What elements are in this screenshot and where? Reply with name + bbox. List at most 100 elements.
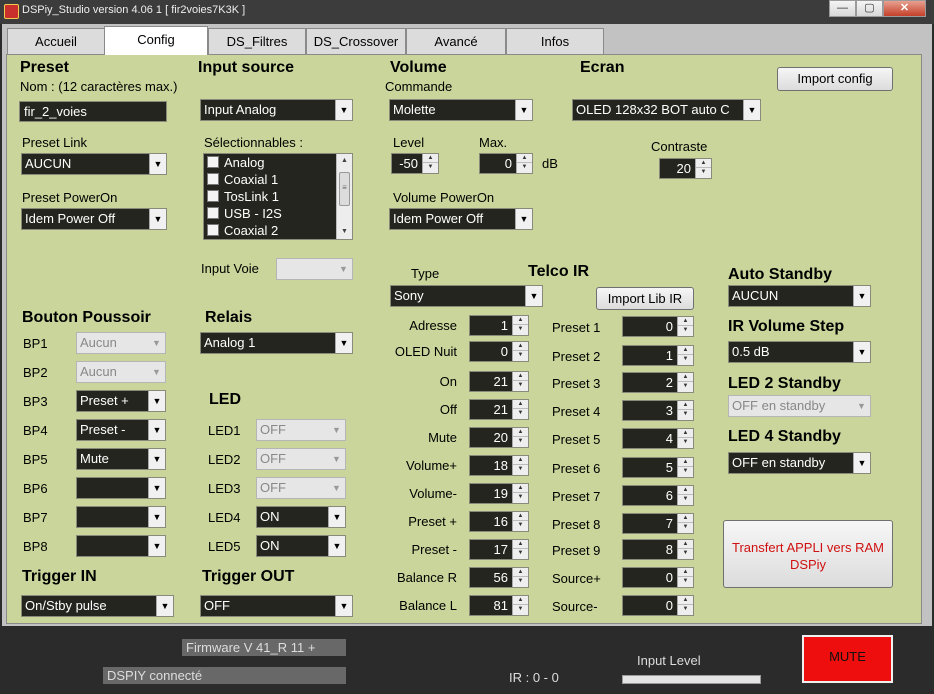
commande-dropdown[interactable]: Molette ▼	[389, 99, 533, 121]
list-item[interactable]: Coaxial 2	[207, 223, 278, 238]
checkbox-icon[interactable]	[207, 207, 219, 219]
spin-up-icon[interactable]: ▲	[517, 154, 532, 163]
spin-up-icon[interactable]: ▲	[513, 568, 528, 577]
scroll-thumb[interactable]: ≡	[339, 172, 350, 206]
volume-poweron-dropdown[interactable]: Idem Power Off ▼	[389, 208, 533, 230]
spin-up-icon[interactable]: ▲	[513, 316, 528, 325]
spin-down-icon[interactable]: ▼	[513, 381, 528, 390]
relais-dropdown[interactable]: Analog 1 ▼	[200, 332, 353, 354]
spin-up-icon[interactable]: ▲	[678, 540, 693, 549]
transfer-appli-ram-button[interactable]: Transfert APPLI vers RAM DSPiy	[723, 520, 893, 588]
spin-down-icon[interactable]: ▼	[696, 168, 711, 177]
spin-down-icon[interactable]: ▼	[678, 382, 693, 391]
spin-down-icon[interactable]: ▼	[513, 493, 528, 502]
spin-up-icon[interactable]: ▲	[513, 456, 528, 465]
preset-name-input[interactable]: fir_2_voies	[19, 101, 167, 122]
import-config-button[interactable]: Import config	[777, 67, 893, 91]
ir-code-stepper[interactable]: 19 ▲ ▼	[469, 483, 529, 504]
spin-up-icon[interactable]: ▲	[678, 429, 693, 438]
input-source-dropdown[interactable]: Input Analog ▼	[200, 99, 353, 121]
list-item[interactable]: Analog	[207, 155, 264, 170]
ir-volume-step-dropdown[interactable]: 0.5 dB ▼	[728, 341, 871, 363]
spin-up-icon[interactable]: ▲	[513, 484, 528, 493]
list-item[interactable]: USB - I2S	[207, 206, 282, 221]
ir-code-stepper[interactable]: 56 ▲ ▼	[469, 567, 529, 588]
contraste-stepper[interactable]: 20 ▲ ▼	[659, 158, 712, 179]
spin-down-icon[interactable]: ▼	[513, 577, 528, 586]
spin-up-icon[interactable]: ▲	[678, 401, 693, 410]
ir-code-stepper[interactable]: 0 ▲ ▼	[469, 341, 529, 362]
bp-dropdown[interactable]: Mute ▼	[76, 448, 166, 470]
ir-code-stepper[interactable]: 21 ▲ ▼	[469, 371, 529, 392]
ir-preset-stepper[interactable]: 6 ▲ ▼	[622, 485, 694, 506]
spin-down-icon[interactable]: ▼	[513, 437, 528, 446]
ir-code-stepper[interactable]: 20 ▲ ▼	[469, 427, 529, 448]
spin-down-icon[interactable]: ▼	[678, 355, 693, 364]
bp-dropdown[interactable]: Preset + ▼	[76, 390, 166, 412]
tab-config[interactable]: Config	[104, 26, 208, 55]
ir-preset-stepper[interactable]: 1 ▲ ▼	[622, 345, 694, 366]
spin-down-icon[interactable]: ▼	[678, 577, 693, 586]
checkbox-icon[interactable]	[207, 224, 219, 236]
led-dropdown[interactable]: OFF ▼	[256, 448, 346, 470]
ir-preset-stepper[interactable]: 0 ▲ ▼	[622, 595, 694, 616]
bp-dropdown[interactable]: ▼	[76, 535, 166, 557]
trigger-out-dropdown[interactable]: OFF ▼	[200, 595, 353, 617]
spin-up-icon[interactable]: ▲	[513, 342, 528, 351]
spin-down-icon[interactable]: ▼	[678, 467, 693, 476]
spin-down-icon[interactable]: ▼	[678, 495, 693, 504]
spin-up-icon[interactable]: ▲	[678, 596, 693, 605]
spin-down-icon[interactable]: ▼	[678, 549, 693, 558]
spin-down-icon[interactable]: ▼	[423, 163, 438, 172]
spin-down-icon[interactable]: ▼	[513, 549, 528, 558]
bp-dropdown[interactable]: ▼	[76, 477, 166, 499]
spin-up-icon[interactable]: ▲	[678, 568, 693, 577]
ir-code-stepper[interactable]: 81 ▲ ▼	[469, 595, 529, 616]
spin-down-icon[interactable]: ▼	[678, 410, 693, 419]
list-scrollbar[interactable]: ▲ ≡ ▼	[336, 154, 352, 239]
checkbox-icon[interactable]	[207, 173, 219, 185]
led4-standby-dropdown[interactable]: OFF en standby ▼	[728, 452, 871, 474]
spin-up-icon[interactable]: ▲	[513, 372, 528, 381]
level-stepper[interactable]: -50 ▲ ▼	[391, 153, 439, 174]
spin-up-icon[interactable]: ▲	[696, 159, 711, 168]
scroll-up-icon[interactable]: ▲	[337, 154, 352, 168]
list-item[interactable]: TosLink 1	[207, 189, 279, 204]
ir-code-stepper[interactable]: 18 ▲ ▼	[469, 455, 529, 476]
spin-up-icon[interactable]: ▲	[513, 428, 528, 437]
spin-up-icon[interactable]: ▲	[678, 486, 693, 495]
ir-preset-stepper[interactable]: 7 ▲ ▼	[622, 513, 694, 534]
scroll-down-icon[interactable]: ▼	[337, 225, 352, 239]
ir-code-stepper[interactable]: 21 ▲ ▼	[469, 399, 529, 420]
spin-down-icon[interactable]: ▼	[513, 465, 528, 474]
led2-standby-dropdown[interactable]: OFF en standby ▼	[728, 395, 871, 417]
bp-dropdown[interactable]: Aucun ▼	[76, 361, 166, 383]
spin-down-icon[interactable]: ▼	[678, 438, 693, 447]
ir-code-stepper[interactable]: 17 ▲ ▼	[469, 539, 529, 560]
close-button[interactable]: ✕	[883, 0, 926, 17]
tab-accueil[interactable]: Accueil	[7, 28, 105, 54]
spin-up-icon[interactable]: ▲	[513, 512, 528, 521]
bp-dropdown[interactable]: ▼	[76, 506, 166, 528]
spin-down-icon[interactable]: ▼	[513, 325, 528, 334]
bp-dropdown[interactable]: Aucun ▼	[76, 332, 166, 354]
preset-poweron-dropdown[interactable]: Idem Power Off ▼	[21, 208, 167, 230]
spin-up-icon[interactable]: ▲	[678, 458, 693, 467]
spin-up-icon[interactable]: ▲	[513, 596, 528, 605]
spin-down-icon[interactable]: ▼	[513, 409, 528, 418]
spin-up-icon[interactable]: ▲	[513, 400, 528, 409]
spin-up-icon[interactable]: ▲	[513, 540, 528, 549]
tab-avance[interactable]: Avancé	[406, 28, 506, 54]
preset-link-dropdown[interactable]: AUCUN ▼	[21, 153, 167, 175]
spin-down-icon[interactable]: ▼	[513, 605, 528, 614]
auto-standby-dropdown[interactable]: AUCUN ▼	[728, 285, 871, 307]
ir-code-stepper[interactable]: 16 ▲ ▼	[469, 511, 529, 532]
spin-down-icon[interactable]: ▼	[678, 605, 693, 614]
ir-preset-stepper[interactable]: 2 ▲ ▼	[622, 372, 694, 393]
spin-up-icon[interactable]: ▲	[678, 514, 693, 523]
checkbox-icon[interactable]	[207, 156, 219, 168]
input-selectable-list[interactable]: Analog Coaxial 1 TosLink 1 USB - I2S Coa…	[203, 153, 353, 240]
trigger-in-dropdown[interactable]: On/Stby pulse ▼	[21, 595, 174, 617]
spin-down-icon[interactable]: ▼	[678, 326, 693, 335]
spin-up-icon[interactable]: ▲	[678, 317, 693, 326]
